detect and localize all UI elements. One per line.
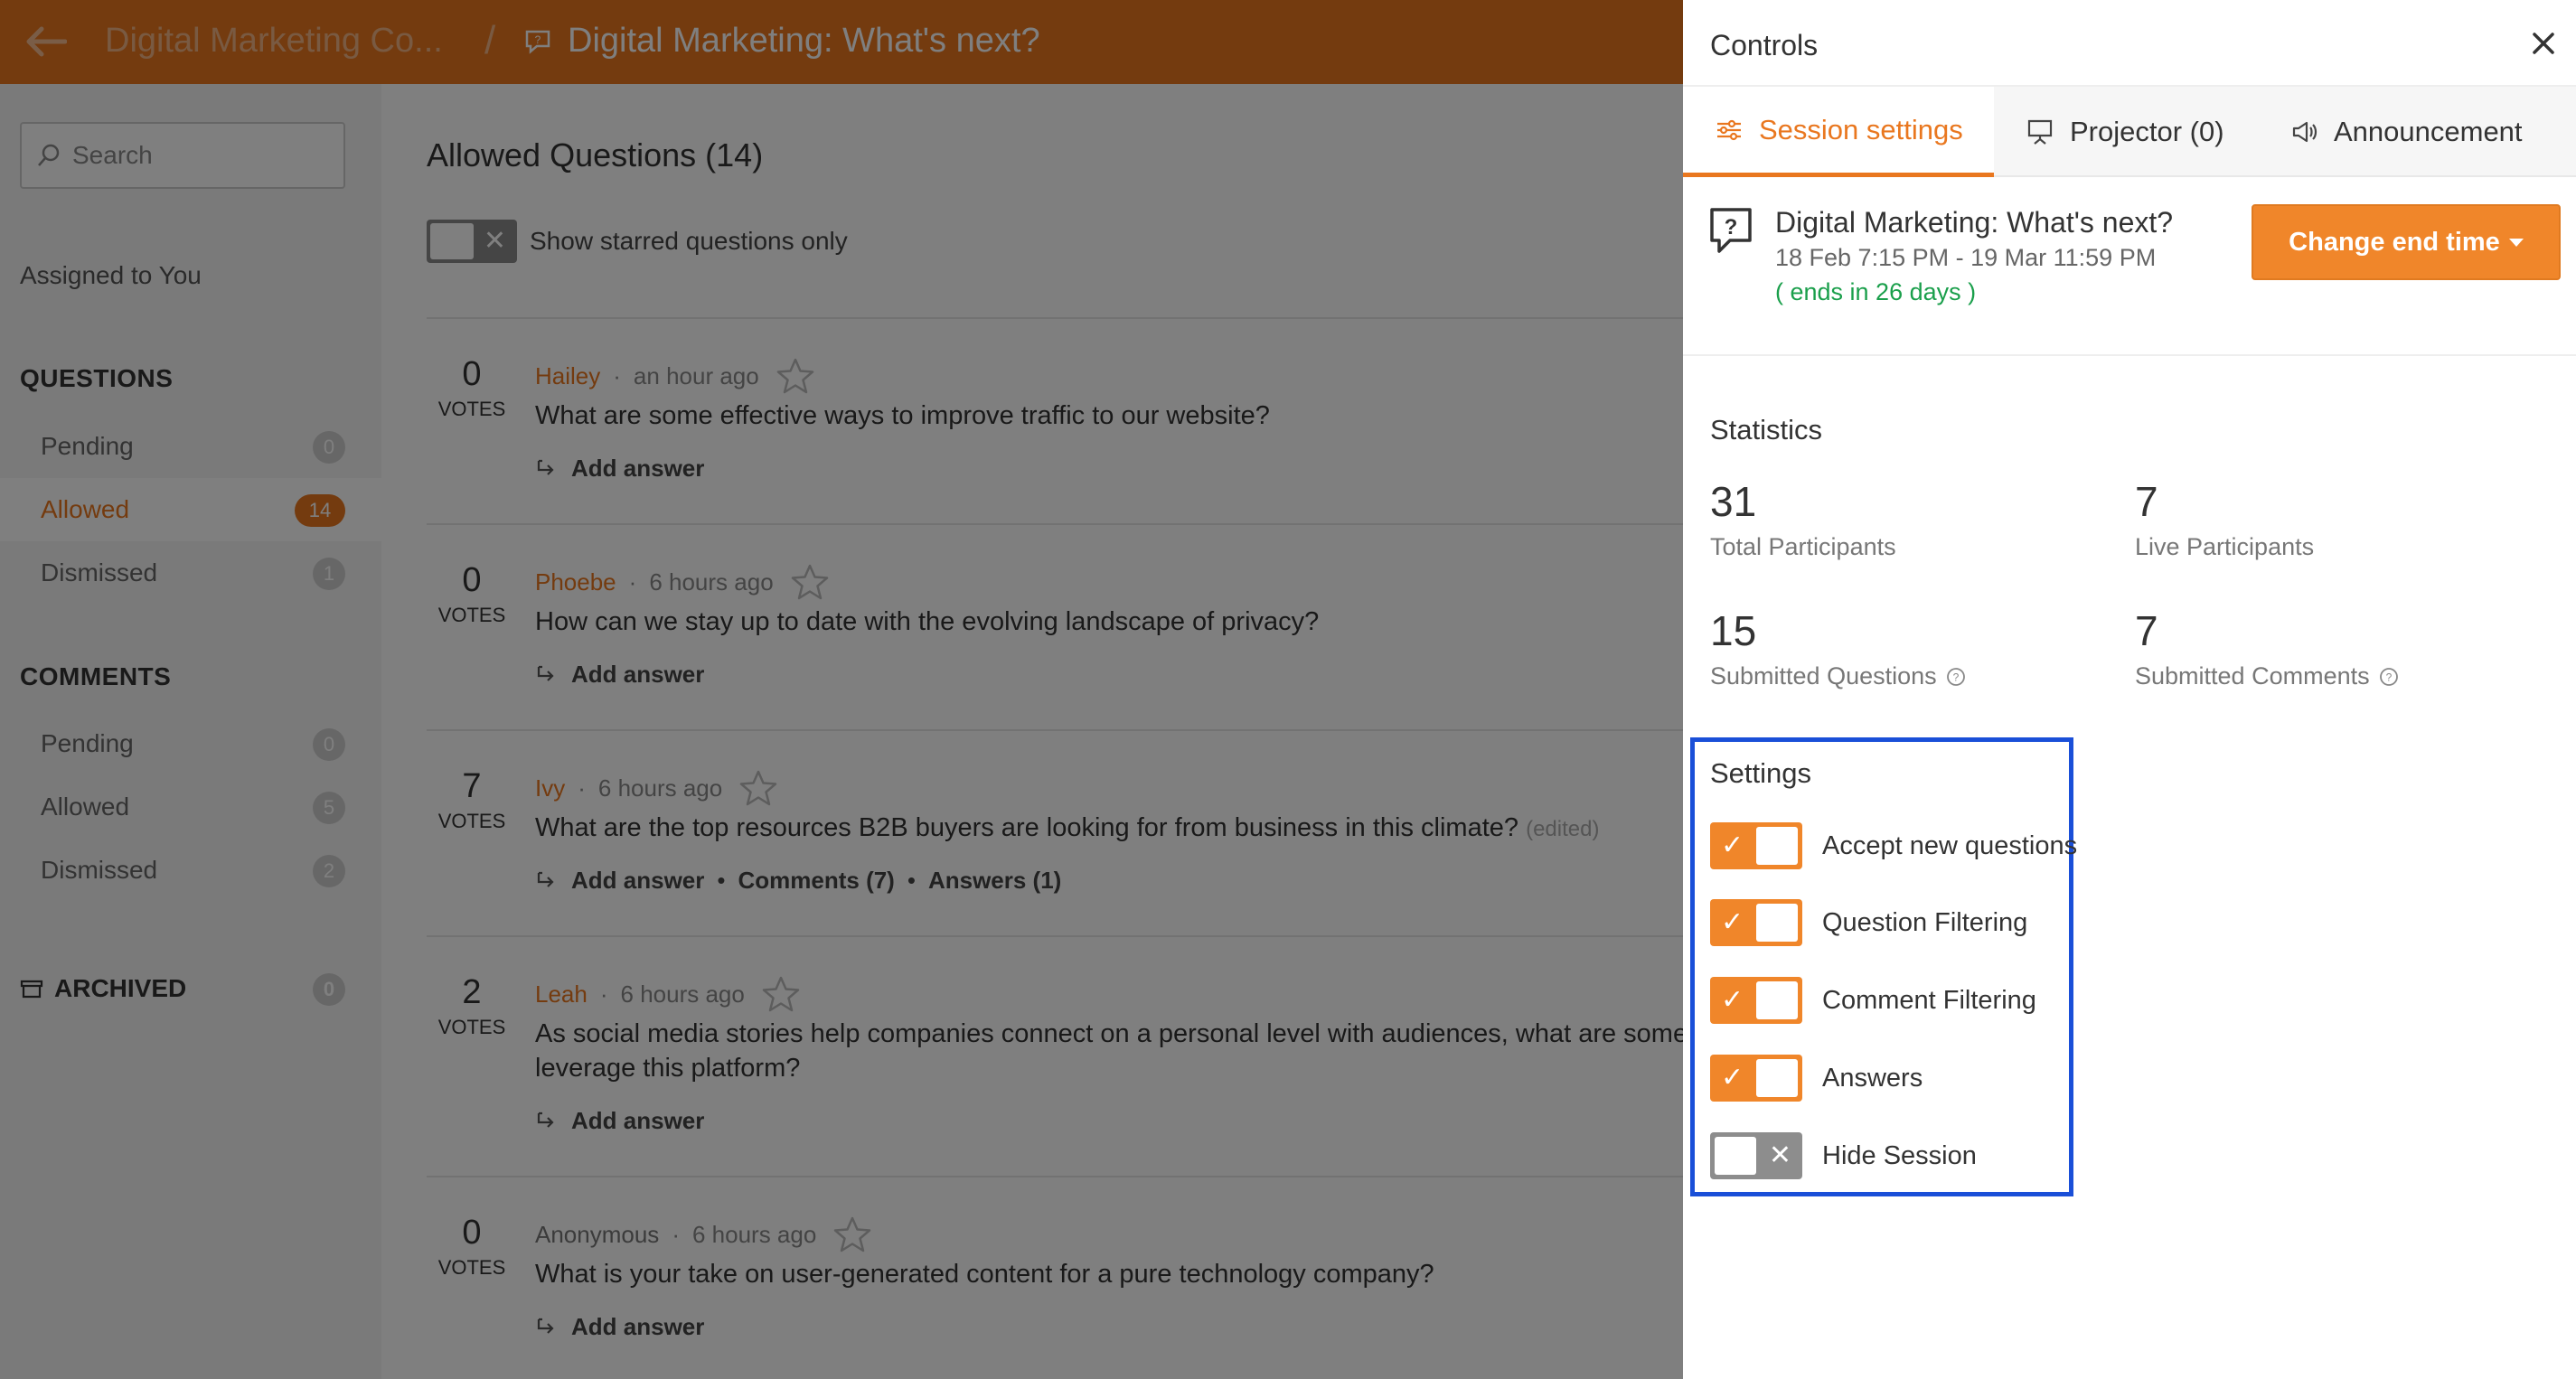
- statistics-title: Statistics: [1710, 414, 1823, 446]
- tab-label: Projector (0): [2070, 116, 2224, 147]
- stat-value: 7: [2135, 607, 2158, 654]
- setting-label: Hide Session: [1822, 1140, 1977, 1170]
- stat-label: Submitted Questions ?: [1710, 662, 1966, 690]
- svg-text:?: ?: [1725, 215, 1738, 239]
- setting-answers: ✓ Answers: [1710, 1055, 2090, 1102]
- stat-label: Submitted Comments ?: [2135, 662, 2399, 690]
- stat-label-text: Submitted Comments: [2135, 662, 2370, 690]
- toggle-knob: [1756, 904, 1798, 942]
- panel-header: Controls: [1683, 0, 2576, 87]
- check-icon: ✓: [1721, 830, 1744, 860]
- projector-icon: [2026, 118, 2054, 145]
- setting-label: Accept new questions: [1822, 830, 2078, 860]
- stat-value: 15: [1710, 607, 1757, 654]
- stat-label-text: Total Participants: [1710, 533, 1896, 560]
- stat-label-text: Live Participants: [2135, 533, 2315, 560]
- svg-text:?: ?: [2385, 671, 2392, 683]
- check-icon: ✓: [1721, 907, 1744, 937]
- tab-label: Session settings: [1759, 113, 1963, 145]
- stat-label-text: Submitted Questions: [1710, 662, 1937, 690]
- divider: [1683, 354, 2576, 356]
- stat-label: Total Participants: [1710, 533, 1896, 561]
- check-icon: ✓: [1721, 985, 1744, 1015]
- x-icon: ✕: [1768, 1140, 1791, 1170]
- help-icon[interactable]: ?: [1946, 667, 1966, 687]
- panel-title: Controls: [1710, 29, 1819, 61]
- sliders-icon: [1716, 118, 1743, 142]
- stat-submitted-questions: 15 Submitted Questions ?: [1710, 606, 1966, 690]
- session-name: Digital Marketing: What's next?: [1775, 206, 2174, 239]
- session-dates: 18 Feb 7:15 PM - 19 Mar 11:59 PM: [1775, 244, 2157, 271]
- tab-session-settings[interactable]: Session settings: [1683, 87, 1994, 177]
- stat-value: 31: [1710, 478, 1757, 525]
- caret-down-icon: [2508, 238, 2524, 247]
- close-icon: [2533, 33, 2554, 54]
- tab-announcement[interactable]: Announcement: [2290, 87, 2576, 177]
- question-filtering-toggle[interactable]: ✓: [1710, 899, 1802, 946]
- toggle-knob: [1756, 827, 1798, 865]
- question-bubble-icon: ?: [1708, 206, 1753, 261]
- hide-session-toggle[interactable]: ✕: [1710, 1132, 1802, 1179]
- panel-tabs: Session settings Projector (0) Announcem…: [1683, 87, 2576, 177]
- setting-question-filtering: ✓ Question Filtering: [1710, 899, 2090, 946]
- toggle-knob: [1756, 981, 1798, 1019]
- settings-highlight-box: [1690, 737, 2073, 1196]
- megaphone-icon: [2290, 119, 2317, 145]
- tab-label: Announcement: [2334, 116, 2523, 147]
- help-icon[interactable]: ?: [2379, 667, 2399, 687]
- stat-live-participants: 7 Live Participants: [2135, 477, 2314, 561]
- change-end-time-button[interactable]: Change end time: [2252, 204, 2561, 280]
- tab-projector[interactable]: Projector (0): [2026, 87, 2298, 177]
- controls-panel: Controls Session settings Projector (0) …: [1683, 0, 2576, 1379]
- setting-hide-session: ✕ Hide Session: [1710, 1132, 2090, 1179]
- comment-filtering-toggle[interactable]: ✓: [1710, 977, 1802, 1024]
- setting-label: Answers: [1822, 1063, 1923, 1093]
- stat-value: 7: [2135, 478, 2158, 525]
- stat-label: Live Participants: [2135, 533, 2314, 561]
- check-icon: ✓: [1721, 1063, 1744, 1093]
- session-ends-info: ( ends in 26 days ): [1775, 278, 1977, 305]
- setting-accept-new-questions: ✓ Accept new questions: [1710, 822, 2090, 869]
- toggle-knob: [1756, 1059, 1798, 1097]
- setting-label: Question Filtering: [1822, 907, 2028, 937]
- settings-title: Settings: [1710, 757, 1812, 789]
- setting-comment-filtering: ✓ Comment Filtering: [1710, 977, 2090, 1024]
- stat-submitted-comments: 7 Submitted Comments ?: [2135, 606, 2399, 690]
- close-button[interactable]: [2524, 23, 2563, 63]
- toggle-knob: [1715, 1137, 1756, 1175]
- setting-label: Comment Filtering: [1822, 985, 2036, 1015]
- stat-total-participants: 31 Total Participants: [1710, 477, 1896, 561]
- svg-text:?: ?: [1952, 671, 1959, 683]
- answers-toggle[interactable]: ✓: [1710, 1055, 1802, 1102]
- change-end-time-label: Change end time: [2289, 227, 2500, 257]
- accept-new-questions-toggle[interactable]: ✓: [1710, 822, 1802, 869]
- modal-backdrop[interactable]: [0, 0, 1683, 1379]
